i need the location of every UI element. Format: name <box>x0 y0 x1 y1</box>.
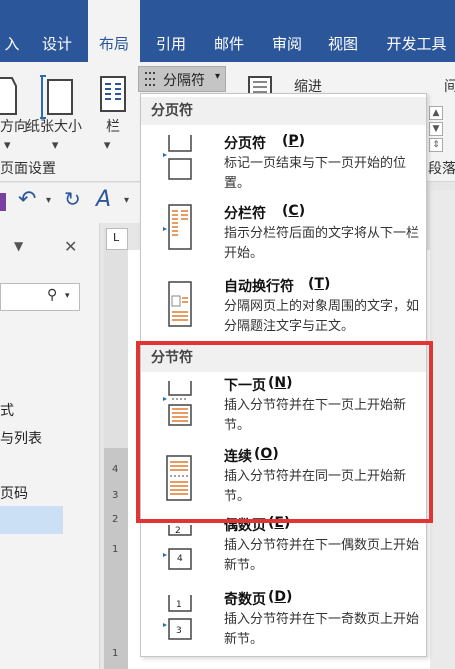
ruler-number: 1 <box>112 648 119 659</box>
item-title: 分页符 <box>224 136 266 152</box>
item-desc: 标记一页结束与下一页开始的位置。 <box>224 156 407 191</box>
quick-access-toolbar: ↶ ▾ ↻ A ▾ <box>0 183 140 223</box>
paper-size-label[interactable]: 纸张大小 <box>26 116 82 136</box>
nav-item-3[interactable]: 页码 <box>0 483 28 503</box>
paper-size-icon[interactable] <box>38 74 74 120</box>
page-breaks-header: 分页符 <box>141 97 426 125</box>
ruler-margin <box>104 448 128 669</box>
page-break-icon <box>163 135 192 180</box>
breaks-button[interactable]: 分隔符 ▾ <box>138 66 226 92</box>
odd-page-icon: 13 <box>163 595 192 640</box>
menu-item-odd-page[interactable]: 13 奇数页 (D) 插入分节符并在下一奇数页上开始新节。 <box>141 589 426 655</box>
menu-item-page-break[interactable]: 分页符 (P) 标记一页结束与下一页开始的位置。 <box>141 127 426 193</box>
menu-item-column-break[interactable]: 分栏符 (C) 指示分栏符后面的文字将从下一栏开始。 <box>141 203 426 269</box>
menu-item-even-page[interactable]: 24 偶数页 (E) 插入分节符并在下一偶数页上开始新节。 <box>141 515 426 585</box>
nav-close-icon[interactable]: ✕ <box>64 237 77 256</box>
columns-label[interactable]: 栏 <box>106 116 120 136</box>
page-setup-group-label: 页面设置 <box>0 161 56 177</box>
breaks-icon <box>145 72 157 86</box>
tab-view[interactable]: 视图 <box>318 0 368 62</box>
dropdown-arrows: ▾ ▾ ▾ <box>4 138 111 153</box>
chevron-down-icon: ▾ <box>215 71 221 82</box>
orientation-icon[interactable] <box>0 76 18 116</box>
columns-icon[interactable] <box>100 76 126 116</box>
spin-updown-icon[interactable]: ⇕ <box>429 138 443 152</box>
spin-down-icon[interactable]: ▼ <box>429 122 443 136</box>
highlight-box <box>136 341 433 523</box>
svg-text:2: 2 <box>175 526 181 536</box>
column-break-icon <box>163 204 192 250</box>
navigation-pane: ▼ ✕ ⚲ ▾ 式 与列表 页码 <box>0 223 100 669</box>
paragraph-group-label: 段落 <box>428 161 455 177</box>
even-page-icon: 24 <box>163 525 192 570</box>
text-format-icon[interactable]: A <box>96 187 111 212</box>
tab-mailings[interactable]: 邮件 <box>204 0 254 62</box>
nav-search-input[interactable]: ⚲ ▾ <box>0 283 80 311</box>
tab-developer[interactable]: 开发工具 <box>378 0 455 62</box>
save-icon[interactable] <box>0 193 6 211</box>
nav-item-1[interactable]: 式 <box>0 400 14 420</box>
search-dropdown-icon[interactable]: ▾ <box>65 291 70 301</box>
svg-text:3: 3 <box>176 626 182 636</box>
search-icon: ⚲ <box>47 287 58 303</box>
redo-icon[interactable]: ↻ <box>64 187 81 211</box>
ribbon-tab-bar: 入 设计 布局 引用 邮件 审阅 视图 开发工具 <box>0 0 455 62</box>
svg-text:1: 1 <box>176 600 182 610</box>
right-scroll-area <box>430 190 455 669</box>
tab-layout[interactable]: 布局 <box>88 0 140 62</box>
orientation-label[interactable]: 方向 <box>0 116 28 136</box>
menu-item-text-wrapping-break[interactable]: 自动换行符 (T) 分隔网页上的对象周围的文字，如分隔题注文字与正文。 <box>141 276 426 342</box>
nav-item-selected[interactable] <box>0 506 63 534</box>
svg-text:4: 4 <box>177 554 183 564</box>
vertical-ruler: 4 3 2 1 1 <box>104 228 128 669</box>
tab-design[interactable]: 设计 <box>32 0 82 62</box>
ruler-number: 2 <box>112 514 119 525</box>
undo-icon[interactable]: ↶ <box>18 187 36 212</box>
nav-options-chevron-icon[interactable]: ▼ <box>14 239 23 253</box>
ruler-number: 1 <box>112 544 119 555</box>
ruler-number: 4 <box>112 464 119 475</box>
tab-insert[interactable]: 入 <box>0 0 24 62</box>
tab-selector[interactable]: L <box>106 228 128 250</box>
tab-references[interactable]: 引用 <box>146 0 196 62</box>
nav-item-2[interactable]: 与列表 <box>0 428 42 448</box>
format-dropdown-icon[interactable]: ▾ <box>124 195 129 206</box>
spin-up-icon[interactable]: ▲ <box>429 106 443 120</box>
ruler-number: 3 <box>112 490 119 501</box>
tab-review[interactable]: 审阅 <box>262 0 312 62</box>
text-wrapping-break-icon <box>168 281 192 327</box>
undo-dropdown-icon[interactable]: ▾ <box>46 195 51 206</box>
spacing-label: 间 <box>444 79 455 95</box>
